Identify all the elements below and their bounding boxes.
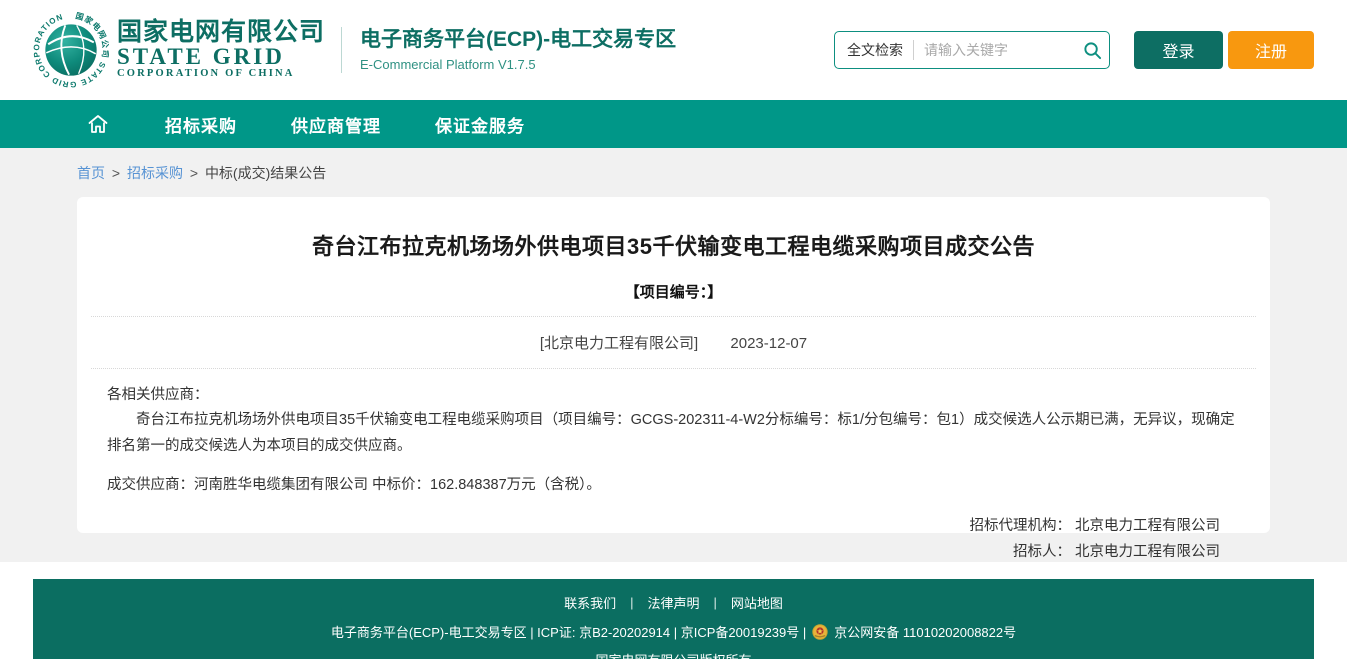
platform-subtitle: E-Commercial Platform V1.7.5	[360, 57, 676, 73]
article-body: 各相关供应商： 奇台江布拉克机场场外供电项目35千伏输变电工程电缆采购项目（项目…	[91, 369, 1256, 499]
body-paragraph: 奇台江布拉克机场场外供电项目35千伏输变电工程电缆采购项目（项目编号：GCGS-…	[107, 408, 1238, 459]
login-button[interactable]: 登录	[1134, 31, 1223, 69]
register-button[interactable]: 注册	[1228, 31, 1314, 69]
award-line: 成交供应商：河南胜华电缆集团有限公司 中标价：162.848387万元（含税）。	[107, 473, 1238, 498]
footer-pipe: |	[714, 595, 717, 610]
main-area: 首页 > 招标采购 > 中标(成交)结果公告 奇台江布拉克机场场外供电项目35千…	[0, 148, 1347, 562]
footer-link-legal[interactable]: 法律声明	[647, 593, 699, 612]
breadcrumb-separator: >	[190, 165, 198, 181]
org-name-en: STATE GRID	[117, 45, 325, 68]
nav-item-supplier[interactable]: 供应商管理	[291, 100, 381, 148]
announcement-card: 奇台江布拉克机场场外供电项目35千伏输变电工程电缆采购项目成交公告 【项目编号：…	[77, 197, 1270, 533]
state-grid-logo-icon: 国家电网公司 STATE GRID CORPORATION	[33, 12, 109, 88]
org-name-en-sub: CORPORATION OF CHINA	[117, 68, 325, 81]
nav-item-deposit[interactable]: 保证金服务	[435, 100, 525, 148]
footer-link-contact[interactable]: 联系我们	[564, 593, 616, 612]
logo-text: 国家电网有限公司 STATE GRID CORPORATION OF CHINA	[117, 19, 325, 81]
platform-block: 电子商务平台(ECP)-电工交易专区 E-Commercial Platform…	[360, 27, 676, 74]
project-number-line: 【项目编号：】	[91, 281, 1256, 302]
header-divider	[341, 27, 342, 73]
nav-home-button[interactable]	[85, 100, 111, 148]
footer-links: 联系我们 | 法律声明 | 网站地图	[33, 593, 1314, 612]
agency-line: 招标代理机构： 北京电力工程有限公司	[91, 513, 1220, 540]
article-title: 奇台江布拉克机场场外供电项目35千伏输变电工程电缆采购项目成交公告	[91, 229, 1256, 261]
breadcrumb-separator: >	[112, 165, 120, 181]
publish-date: 2023-12-07	[730, 335, 807, 352]
dotted-divider	[91, 316, 1256, 317]
signature-block: 招标代理机构： 北京电力工程有限公司 招标人： 北京电力工程有限公司	[91, 499, 1256, 567]
footer-pipe: |	[630, 595, 633, 610]
footer: 联系我们 | 法律声明 | 网站地图 电子商务平台(ECP)-电工交易专区 | …	[33, 579, 1314, 659]
nav-item-bidding[interactable]: 招标采购	[165, 100, 237, 148]
article-meta: [北京电力工程有限公司] 2023-12-07	[91, 332, 1256, 353]
search-icon	[1083, 41, 1102, 60]
platform-title: 电子商务平台(ECP)-电工交易专区	[360, 27, 676, 53]
publisher: [北京电力工程有限公司]	[540, 335, 698, 352]
home-icon	[86, 112, 110, 136]
footer-icp-text: 电子商务平台(ECP)-电工交易专区 | ICP证: 京B2-20202914 …	[331, 622, 806, 641]
footer-beian-link[interactable]: 京公网安备 11010202008822号	[834, 622, 1016, 641]
breadcrumb-home-link[interactable]: 首页	[77, 165, 105, 181]
footer-info-line: 电子商务平台(ECP)-电工交易专区 | ICP证: 京B2-20202914 …	[33, 622, 1314, 641]
search-input[interactable]	[914, 42, 1075, 58]
breadcrumb-section-link[interactable]: 招标采购	[127, 165, 183, 181]
top-header: 国家电网公司 STATE GRID CORPORATION 国家电网有限公司 S…	[0, 0, 1347, 100]
salutation: 各相关供应商：	[107, 383, 1238, 408]
search-box: 全文检索	[834, 31, 1110, 69]
breadcrumb: 首页 > 招标采购 > 中标(成交)结果公告	[33, 148, 1314, 183]
main-nav: 招标采购 供应商管理 保证金服务	[0, 100, 1347, 148]
tenderee-line: 招标人： 北京电力工程有限公司	[91, 539, 1220, 566]
breadcrumb-current: 中标(成交)结果公告	[205, 165, 326, 181]
footer-link-sitemap[interactable]: 网站地图	[731, 593, 783, 612]
search-scope-label: 全文检索	[835, 40, 913, 60]
police-badge-icon	[812, 624, 828, 640]
footer-copyright: 国家电网有限公司版权所有	[33, 650, 1314, 659]
org-name-cn: 国家电网有限公司	[117, 19, 325, 45]
search-button[interactable]	[1075, 32, 1109, 68]
